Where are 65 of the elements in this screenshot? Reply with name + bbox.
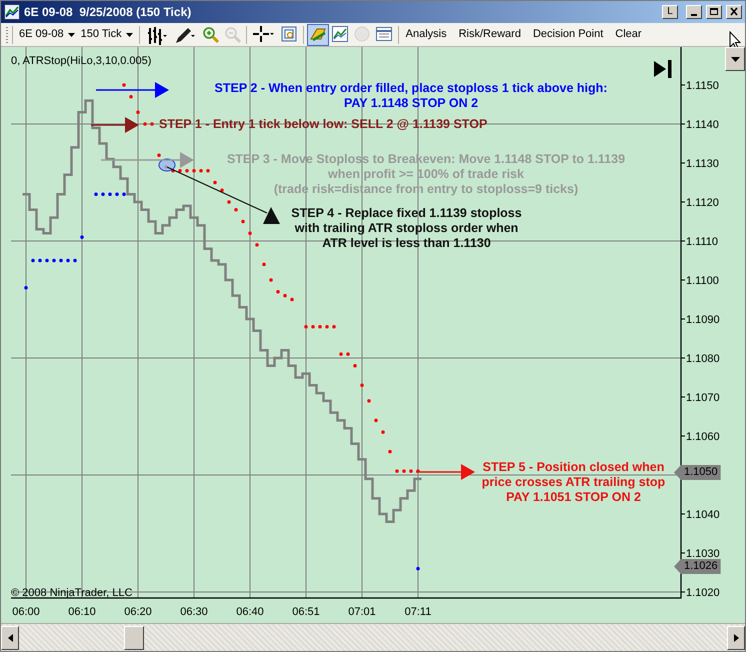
axis-label: 1.1100	[686, 275, 719, 287]
scroll-left-button[interactable]	[1, 626, 19, 650]
maximize-icon	[709, 7, 719, 17]
highlight-ellipse	[158, 158, 176, 172]
scroll-right-button[interactable]	[727, 626, 745, 650]
tick-mark	[680, 84, 686, 86]
close-icon	[729, 7, 739, 17]
toolbar-button[interactable]: Clear	[611, 26, 646, 43]
instrument-dropdown[interactable]: 6E 09-08	[16, 26, 78, 43]
annotation-text: STEP 4 - Replace fixed 1.1139 stoploss with trailing ATR stoploss order when ATR level is less than 1.1130	[290, 206, 523, 251]
indicator-label: 0, ATRStop(HiLo,3,10,0.005)	[11, 54, 152, 69]
minimize-icon	[691, 14, 697, 16]
tick-mark	[680, 162, 686, 164]
minimize-button[interactable]	[686, 5, 702, 19]
axis-label: 06:30	[180, 606, 208, 618]
price-marker: 1.1050	[674, 465, 721, 480]
grip-icon	[5, 26, 9, 44]
tick-mark	[680, 240, 686, 242]
axis-label: 1.1040	[686, 509, 720, 521]
copyright-text: © 2008 NinjaTrader, LLC	[11, 586, 132, 601]
axis-label: 07:01	[348, 606, 376, 618]
close-button[interactable]	[726, 5, 742, 19]
axis-label: 1.1130	[686, 158, 719, 170]
tick-mark	[680, 552, 686, 554]
skip-to-end-icon	[651, 58, 673, 80]
axis-label: 06:51	[292, 606, 320, 618]
dropdown-button[interactable]	[725, 47, 745, 71]
period-dropdown[interactable]: 150 Tick	[78, 26, 136, 43]
right-arrow-icon	[734, 634, 738, 642]
axis-label: 1.1070	[686, 392, 720, 404]
annotation-text: STEP 2 - When entry order filled, place stoploss 1 tick above high: PAY 1.1148 STOP ON 2	[214, 81, 608, 111]
axis-label: 1.1140	[686, 119, 719, 131]
window-title: 6E 09-08 9/25/2008 (150 Tick)	[24, 4, 192, 21]
annotation-text: STEP 5 - Position closed when price crosses ATR trailing stop PAY 1.1051 STOP ON 2	[480, 460, 666, 505]
axis-label: 1.1020	[686, 587, 720, 599]
axis-label: 1.1090	[686, 314, 720, 326]
axis-label: 06:20	[124, 606, 152, 618]
left-arrow-icon	[8, 634, 12, 642]
axis-label: 1.1110	[686, 236, 718, 248]
chart-icon	[4, 4, 20, 20]
toolbar-button[interactable]: Decision Point	[528, 26, 608, 43]
toolbar-button[interactable]: Risk/Reward	[454, 26, 525, 43]
axis-label: 1.1150	[686, 80, 719, 92]
layout-button[interactable]: L	[662, 5, 678, 19]
tick-mark	[680, 318, 686, 320]
price-marker: 1.1026	[674, 559, 721, 574]
scroll-thumb[interactable]	[124, 626, 144, 650]
axis-label: 1.1120	[686, 197, 719, 209]
caret-icon	[126, 32, 133, 36]
maximize-button[interactable]	[706, 5, 722, 19]
axis-label: 1.1060	[686, 431, 720, 443]
axis-label: 06:10	[68, 606, 96, 618]
arrow	[416, 464, 475, 480]
caret-icon	[68, 32, 75, 36]
axis-label: 07:11	[404, 606, 432, 618]
axis-label: 1.1030	[686, 548, 720, 560]
tick-mark	[680, 396, 686, 398]
caret-icon	[730, 56, 740, 62]
axis-label: 1.1080	[686, 353, 720, 365]
toolbar-button[interactable]: Analysis	[402, 26, 451, 43]
axis-label: 06:40	[236, 606, 264, 618]
arrow	[91, 117, 139, 133]
axis-label: 06:00	[12, 606, 40, 618]
chart-trader-button[interactable]	[306, 24, 329, 46]
annotation-text: STEP 1 - Entry 1 tick below low: SELL 2 @ 1.1139 STOP	[159, 117, 488, 132]
